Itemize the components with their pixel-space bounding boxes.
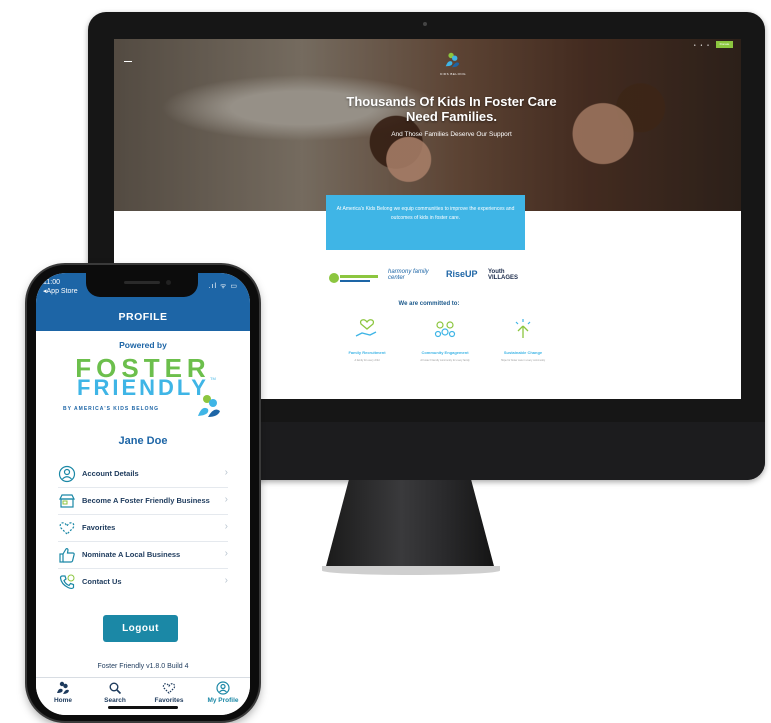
- chevron-right-icon: ›: [224, 548, 228, 559]
- hero-banner: ● ● ● Donate KIDS BELONG Thousands Of Ki…: [114, 39, 741, 211]
- menu-label: Contact Us: [82, 577, 122, 586]
- heart-icon: [162, 683, 176, 694]
- social-icons[interactable]: ● ● ●: [694, 43, 711, 47]
- tab-home[interactable]: Home: [38, 681, 88, 704]
- pillar-desc: Hope for foster care in every community: [500, 359, 546, 362]
- heart-hand-icon: [355, 319, 377, 337]
- search-icon: [109, 682, 122, 695]
- back-to-app-store[interactable]: ◂App Store: [43, 287, 78, 295]
- committed-heading: We are committed to:: [398, 301, 460, 307]
- chevron-right-icon: ›: [224, 494, 228, 505]
- chevron-right-icon: ›: [224, 521, 228, 532]
- tab-my-profile[interactable]: My Profile: [198, 681, 248, 704]
- pillar-sustainable-change: Sustainable Change Hope for foster care …: [488, 314, 558, 362]
- phone-screen: 11:00 ◂App Store .ıl ᯤ ▭ PROFILE Powered…: [36, 273, 250, 715]
- phone-notch: [86, 273, 198, 297]
- divider: [58, 487, 228, 488]
- partner-logo-coalition: [328, 269, 380, 289]
- logo-byline: BY AMERICA'S KIDS BELONG: [63, 406, 160, 412]
- phone-icon: [59, 574, 75, 590]
- menu-account-details[interactable]: Account Details ›: [58, 465, 228, 488]
- menu-label: Nominate A Local Business: [82, 550, 181, 559]
- coalition-logo-icon: [329, 273, 378, 283]
- pillar-desc: A family for every child: [354, 359, 380, 362]
- pillar-desc: A Foster Friendly community for every fa…: [420, 359, 470, 362]
- user-name: Jane Doe: [118, 435, 168, 447]
- hero-overlay: [114, 39, 741, 211]
- menu-become-business[interactable]: Become A Foster Friendly Business ›: [58, 492, 228, 515]
- user-circle-icon: [216, 681, 230, 695]
- kids-belong-logo-icon: [445, 52, 460, 68]
- partner-logo-harmony: harmony family center: [388, 269, 429, 281]
- hero-subtitle: And Those Families Deserve Our Support: [391, 131, 512, 138]
- trademark-mark: TM: [210, 376, 216, 381]
- home-indicator: [108, 706, 178, 709]
- camera-dot: [423, 22, 427, 26]
- menu-contact-us[interactable]: Contact Us ›: [58, 573, 228, 593]
- tab-label: My Profile: [207, 697, 239, 704]
- speaker-grille: [124, 281, 160, 284]
- monitor-base: [322, 566, 500, 575]
- tab-label: Search: [104, 697, 126, 704]
- status-bar: 11:00 ◂App Store .ıl ᯤ ▭: [36, 273, 250, 309]
- thumbs-up-icon: [59, 547, 75, 563]
- growth-icon: [515, 319, 531, 338]
- chevron-right-icon: ›: [224, 467, 228, 478]
- pillar-label: Community Engagement: [421, 350, 469, 355]
- divider: [58, 541, 228, 542]
- foster-friendly-logo: FOSTER FRIENDLY TM BY AMERICA'S KIDS BEL…: [36, 355, 250, 417]
- menu-label: Favorites: [82, 523, 116, 532]
- divider: [58, 514, 228, 515]
- partner-logos: harmony family center RiseUP Youth VILLA…: [328, 269, 528, 289]
- pillar-family-recruitment: Family Recruitment A family for every ch…: [332, 314, 402, 362]
- home-logo-icon: [57, 681, 69, 694]
- status-time: 11:00: [43, 279, 60, 286]
- mission-box: At America's Kids Belong we equip commun…: [326, 195, 525, 250]
- logout-button[interactable]: Logout: [103, 615, 178, 642]
- tab-label: Home: [53, 697, 73, 704]
- user-circle-icon: [58, 465, 76, 483]
- tab-label: Favorites: [154, 697, 184, 704]
- front-camera: [166, 280, 171, 285]
- tab-bar: Home Search Favorites My Profile: [36, 677, 250, 715]
- menu-nominate-business[interactable]: Nominate A Local Business ›: [58, 546, 228, 569]
- divider: [58, 568, 228, 569]
- tab-favorites[interactable]: Favorites: [144, 681, 194, 704]
- heart-icon: [59, 522, 75, 535]
- app-version: Foster Friendly v1.8.0 Build 4: [97, 663, 189, 670]
- powered-by-label: Powered by: [119, 340, 167, 350]
- chevron-right-icon: ›: [224, 575, 228, 586]
- storefront-icon: [59, 494, 75, 508]
- hero-logo-text: KIDS BELONG: [440, 72, 466, 76]
- pillar-label: Sustainable Change: [503, 350, 543, 355]
- pillar-community-engagement: Community Engagement A Foster Friendly c…: [410, 314, 480, 362]
- menu-favorites[interactable]: Favorites ›: [58, 519, 228, 542]
- menu-label: Become A Foster Friendly Business: [82, 496, 210, 505]
- partner-logo-riseup: RiseUP: [446, 269, 478, 279]
- phone-device: 11:00 ◂App Store .ıl ᯤ ▭ PROFILE Powered…: [27, 265, 259, 721]
- hamburger-icon[interactable]: [124, 61, 132, 62]
- donate-button[interactable]: Donate: [716, 41, 733, 48]
- kids-belong-logo-icon: [198, 395, 220, 417]
- hero-title: Thousands Of Kids In Foster Care Need Fa…: [346, 94, 557, 124]
- menu-label: Account Details: [82, 469, 139, 478]
- people-group-icon: [434, 321, 456, 338]
- page-title: PROFILE: [36, 309, 250, 331]
- mockup-stage: ● ● ● Donate KIDS BELONG Thousands Of Ki…: [0, 0, 771, 723]
- tab-search[interactable]: Search: [90, 681, 140, 704]
- signal-wifi-battery-icon: .ıl ᯤ ▭: [208, 283, 238, 290]
- monitor-stand: [325, 480, 495, 570]
- partner-logo-youth-villages: Youth VILLAGES: [488, 269, 519, 281]
- pillar-label: Family Recruitment: [348, 350, 386, 355]
